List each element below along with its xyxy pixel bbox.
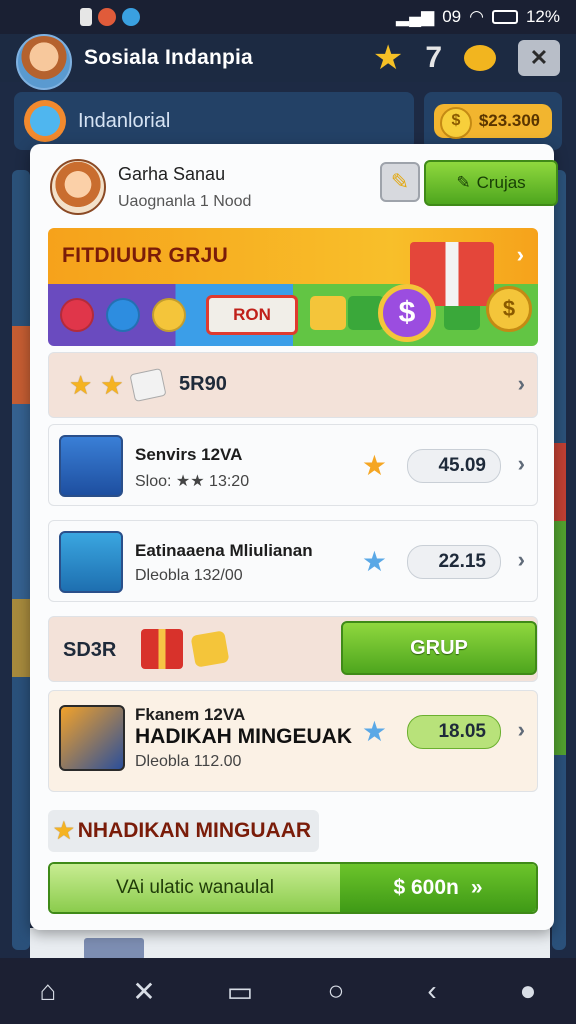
star-icon: ★ [100, 370, 124, 400]
notification-icon [80, 8, 92, 26]
wifi-icon: ◠ [469, 7, 484, 26]
app-title: Sosiala Indanpia [84, 46, 253, 69]
chat-bubble-icon[interactable] [464, 45, 496, 71]
crujas-button-label: Crujas [476, 173, 526, 192]
group-row: SD3R GRUP [48, 616, 538, 682]
profile-name: Garha Sanau [118, 163, 226, 184]
list-item[interactable]: Senvirs 12VA Sloo: ★★ 13:20 ★ 45.09 › [48, 424, 538, 506]
background-panel-title: Indanlorial [78, 109, 171, 132]
group-label: SD3R [63, 639, 117, 661]
weekly-heading-text: NHADIKAN MINGUAAR [77, 819, 312, 842]
weekly-item-name: Fkanem 12VA [135, 705, 246, 724]
message-notification-icon [122, 8, 140, 26]
gold-gem-icon [310, 296, 346, 330]
close-button[interactable]: ✕ [518, 40, 560, 76]
balloon-icon [59, 435, 123, 497]
signal-icon: ▂▄▆ [396, 7, 435, 26]
blue-coin-icon [106, 298, 140, 332]
featured-banner[interactable]: FITDIUUR GRJU › RON $ $ [48, 228, 538, 346]
profile-icon[interactable]: ● [504, 967, 552, 1015]
price-tag: 18.05 [407, 715, 501, 749]
background-strip-right [552, 170, 566, 950]
heart-coin-icon [60, 298, 94, 332]
background-strip-left [12, 170, 30, 950]
weekly-item-subtitle: Dleobla 112.00 [135, 753, 242, 770]
crujas-button[interactable]: ✎ Crujas [424, 160, 558, 206]
leaderboard-icon[interactable]: 7 [425, 41, 442, 75]
status-bar: ▂▄▆ 09 ◠ 12% [0, 0, 576, 34]
reward-row[interactable]: ★ ★ 5R90 › [48, 352, 538, 418]
profile-subtitle: Uaognanla 1 Nood [118, 192, 252, 210]
item-subtitle: Dleobla 132/00 [135, 567, 243, 584]
purchase-button-label: VAi ulatic wanaulal [50, 864, 340, 912]
home-circle-icon[interactable]: ○ [312, 967, 360, 1015]
dice-icon [129, 367, 167, 403]
background-thumbnail [84, 938, 144, 960]
coin-balance-amount: $23.30θ [434, 104, 552, 139]
price-tag: 22.15 [407, 545, 501, 579]
chevron-right-icon: › [517, 547, 525, 572]
gold-coin-icon: $ [486, 286, 532, 332]
profile-header: Garha Sanau Uaognanla 1 Nood ✎ ✎ Crujas [50, 156, 558, 218]
star-icon: ★ [69, 370, 93, 400]
featured-title: FITDIUUR GRJU [62, 244, 229, 267]
globe-icon [24, 100, 66, 142]
chevron-right-icon: › [517, 371, 525, 396]
weekly-item-title: HADIKAH MINGEUAK [135, 725, 352, 748]
background-bottom [30, 928, 550, 960]
status-time: 09 [442, 7, 462, 26]
item-name: Eatinaaena Mliulianan [135, 541, 313, 560]
back-icon[interactable]: ‹ [408, 967, 456, 1015]
tools-icon[interactable]: ✕ [120, 967, 168, 1015]
star-icon: ★ [361, 716, 387, 747]
gold-coin-icon [152, 298, 186, 332]
list-item[interactable]: Eatinaaena Mliulianan Dleobla 132/00 ★ 2… [48, 520, 538, 602]
shop-modal: Garha Sanau Uaognanla 1 Nood ✎ ✎ Crujas … [30, 144, 558, 930]
profile-avatar [50, 159, 106, 215]
weekly-item[interactable]: Fkanem 12VA HADIKAH MINGEUAK Dleobla 112… [48, 690, 538, 792]
reward-code: 5R90 [179, 373, 227, 395]
edit-button[interactable]: ✎ [380, 162, 420, 202]
purchase-price: $ 600n [393, 876, 459, 899]
app-notification-icon [98, 8, 116, 26]
purchase-button[interactable]: VAi ulatic wanaulal $ 600n » [48, 862, 538, 914]
star-icon: ★ [54, 818, 74, 843]
coin-stack-icon [59, 705, 125, 771]
gold-gem-icon [190, 630, 230, 668]
star-icon[interactable]: ★ [373, 41, 403, 75]
star-icon: ★ [361, 450, 387, 481]
item-name: Senvirs 12VA [135, 445, 243, 464]
messages-icon[interactable]: ▭ [216, 967, 264, 1015]
battery-icon [491, 10, 518, 24]
chevron-right-icon: › [517, 717, 525, 742]
home-icon[interactable]: ⌂ [24, 967, 72, 1015]
purple-coin-icon: $ [378, 284, 436, 342]
user-avatar[interactable] [16, 34, 72, 90]
bottom-nav: ⌂ ✕ ▭ ○ ‹ ● [0, 958, 576, 1024]
item-subtitle: Sloo: ★★ 13:20 [135, 473, 250, 490]
pencil-icon: ✎ [390, 169, 410, 194]
battery-percent: 12% [525, 7, 560, 26]
grup-button[interactable]: GRUP [341, 621, 537, 675]
chevron-right-icon: › [516, 242, 524, 267]
gift-coin-icon [59, 531, 123, 593]
app-header: Sosiala Indanpia ★ 7 ✕ [0, 34, 576, 90]
pencil-icon: ✎ [456, 173, 471, 192]
weekly-heading: ★ NHADIKAN MINGUAAR [48, 810, 320, 852]
price-tag: 45.09 [407, 449, 501, 483]
star-icon: ★ [361, 546, 387, 577]
chevron-right-icon: › [517, 451, 525, 476]
ron-button[interactable]: RON [206, 295, 298, 335]
coin-balance[interactable]: $23.30θ [424, 92, 562, 150]
background-panel: Indanlorial [14, 92, 414, 150]
gift-icon [141, 629, 183, 669]
double-chevron-right-icon: » [470, 876, 483, 899]
